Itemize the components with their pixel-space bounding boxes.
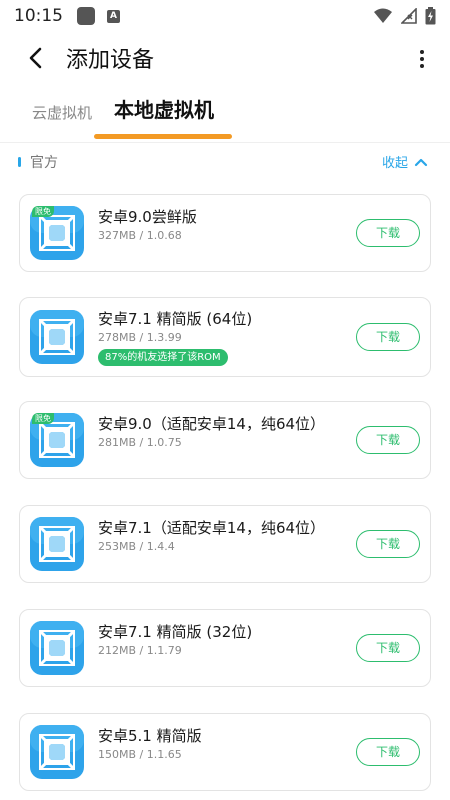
- download-button[interactable]: 下载: [356, 738, 420, 766]
- collapse-button[interactable]: 收起: [382, 152, 428, 171]
- rom-card[interactable]: 安卓7.1（适配安卓14，纯64位） 253MB / 1.4.4 下载: [19, 505, 431, 583]
- rom-name: 安卓9.0（适配安卓14，纯64位）: [98, 415, 326, 433]
- app-header: 添加设备: [0, 32, 450, 84]
- tab-active-indicator: [94, 134, 232, 139]
- collapse-label: 收起: [381, 156, 408, 171]
- rom-card[interactable]: 限免 安卓9.0尝鲜版 327MB / 1.0.68 下载: [19, 194, 431, 272]
- rom-card[interactable]: 安卓7.1 精简版 (64位) 278MB / 1.3.99 87%的机友选择了该R…: [19, 297, 431, 377]
- status-time: 10:15: [14, 6, 63, 26]
- back-arrow-icon[interactable]: [26, 46, 46, 70]
- a-notification-icon: A: [107, 9, 120, 23]
- tabs-divider: [0, 142, 450, 143]
- rom-name: 安卓7.1 精简版 (32位): [98, 623, 253, 641]
- rom-size-version: 281MB / 1.0.75: [98, 436, 182, 449]
- limited-free-tag: 限免: [32, 206, 54, 217]
- section-marker: [18, 157, 21, 167]
- download-button[interactable]: 下载: [356, 426, 420, 454]
- rom-card[interactable]: 安卓7.1 精简版 (32位) 212MB / 1.1.79 下载: [19, 609, 431, 687]
- download-button[interactable]: 下载: [356, 530, 420, 558]
- more-options-icon[interactable]: [418, 48, 426, 70]
- battery-charging-icon: [425, 7, 436, 25]
- app-notification-icon: [77, 7, 95, 25]
- tab-local-vm[interactable]: 本地虚拟机: [114, 94, 214, 123]
- tab-cloud-vm[interactable]: 云虚拟机: [32, 102, 92, 123]
- limited-free-tag: 限免: [32, 413, 54, 424]
- rom-size-version: 150MB / 1.1.65: [98, 748, 182, 761]
- rom-size-version: 253MB / 1.4.4: [98, 540, 175, 553]
- section-header-official: 官方 收起: [0, 146, 450, 176]
- status-bar: 10:15 A: [0, 0, 450, 32]
- download-button[interactable]: 下载: [356, 634, 420, 662]
- signal-icon: [401, 8, 417, 24]
- vm-app-icon: [30, 517, 84, 571]
- rom-name: 安卓5.1 精简版: [98, 727, 202, 745]
- rom-size-version: 327MB / 1.0.68: [98, 229, 182, 242]
- status-icons: [373, 7, 436, 25]
- chevron-up-icon: [414, 158, 428, 166]
- page-title: 添加设备: [66, 48, 155, 73]
- vm-tabs: 云虚拟机 本地虚拟机: [0, 88, 450, 142]
- vm-app-icon: [30, 621, 84, 675]
- rom-card[interactable]: 安卓5.1 精简版 150MB / 1.1.65 下载: [19, 713, 431, 791]
- download-button[interactable]: 下载: [356, 323, 420, 351]
- rom-card[interactable]: 限免 安卓9.0（适配安卓14，纯64位） 281MB / 1.0.75 下载: [19, 401, 431, 479]
- rom-name: 安卓7.1（适配安卓14，纯64位）: [98, 519, 326, 537]
- wifi-icon: [374, 8, 392, 23]
- rom-name: 安卓9.0尝鲜版: [98, 208, 197, 226]
- rom-size-version: 278MB / 1.3.99: [98, 331, 182, 344]
- vm-app-icon: [30, 310, 84, 364]
- popularity-badge: 87%的机友选择了该ROM: [98, 349, 228, 366]
- rom-size-version: 212MB / 1.1.79: [98, 644, 182, 657]
- section-title: 官方: [30, 155, 58, 171]
- rom-name: 安卓7.1 精简版 (64位): [98, 310, 253, 328]
- vm-app-icon: [30, 725, 84, 779]
- download-button[interactable]: 下载: [356, 219, 420, 247]
